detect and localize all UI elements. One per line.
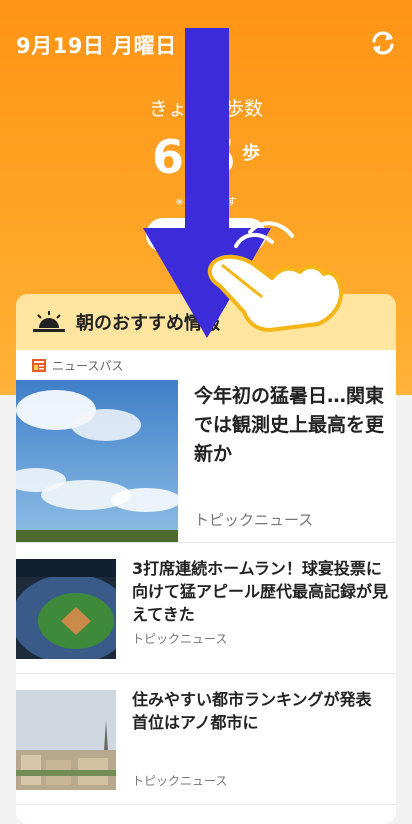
- news-article-3[interactable]: 住みやすい都市ランキングが発表 首位はアノ都市に トピックニュース: [16, 674, 396, 805]
- article-2-title: 3打席連続ホームラン！球宴投票に向けて猛アピール歴代最高記録が見えてきた: [132, 559, 389, 624]
- morning-recommendation-card: 朝のおすすめ情報 ニュースパス 今年初の猛暑日…関東では観測史上最高を更新か ト…: [16, 294, 396, 824]
- steps-count: 6 5歩: [0, 130, 412, 184]
- newspaper-icon: [32, 358, 46, 372]
- refresh-icon[interactable]: [368, 28, 398, 58]
- date-label: 9月19日 月曜日: [16, 34, 177, 58]
- news-article-2[interactable]: 3打席連続ホームラン！球宴投票に向けて猛アピール歴代最高記録が見えてきた トピッ…: [16, 543, 396, 674]
- sky-thumbnail: [16, 380, 178, 542]
- steps-unit: 歩: [242, 143, 261, 164]
- steps-note: ※おお 数です: [175, 197, 237, 208]
- article-3-title: 住みやすい都市ランキングが発表 首位はアノ都市に: [132, 690, 372, 732]
- article-3-tag: トピックニュース: [132, 774, 228, 788]
- card-title: 朝のおすすめ情報: [76, 313, 220, 334]
- article-2-tag: トピックニュース: [132, 632, 228, 646]
- news-source-label: ニュースパス: [52, 358, 124, 373]
- steps-label: きょうの歩数: [148, 98, 263, 120]
- news-source: ニュースパス: [16, 350, 396, 380]
- news-article-1[interactable]: 今年初の猛暑日…関東では観測史上最高を更新か トピックニュース: [16, 380, 396, 543]
- sunrise-icon: [33, 311, 65, 332]
- stadium-thumbnail: [16, 559, 116, 659]
- article-1-title: 今年初の猛暑日…関東では観測史上最高を更新か: [194, 385, 385, 465]
- card-header: 朝のおすすめ情報: [16, 294, 396, 350]
- detail-button[interactable]: 詳: [146, 218, 266, 252]
- city-thumbnail: [16, 690, 116, 790]
- article-1-tag: トピックニュース: [194, 511, 314, 529]
- steps-value: 6 5: [151, 130, 239, 184]
